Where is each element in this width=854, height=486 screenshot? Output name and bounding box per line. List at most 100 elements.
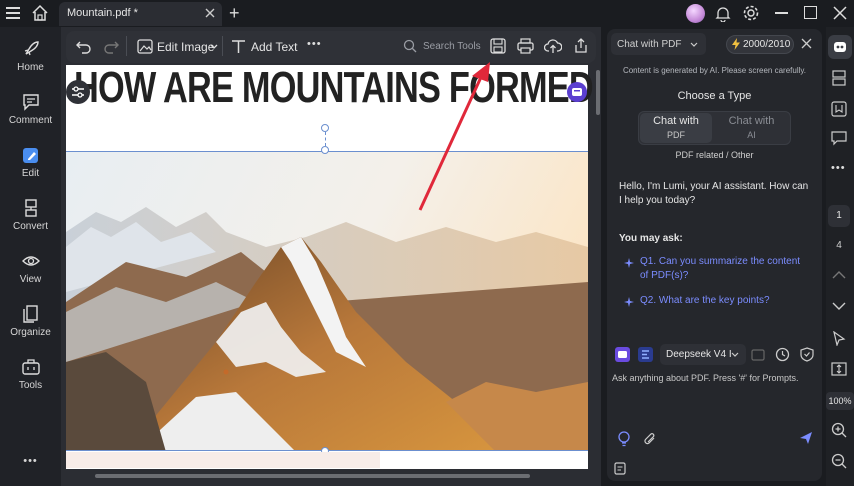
zoom-out-icon[interactable]	[831, 453, 847, 469]
search-icon	[403, 39, 417, 53]
zoom-in-icon[interactable]	[831, 422, 847, 438]
chevron-up-icon[interactable]	[832, 270, 846, 279]
redo-icon[interactable]	[102, 38, 120, 54]
search-tools-input[interactable]: Search Tools	[423, 41, 481, 52]
fit-page-icon[interactable]	[831, 362, 847, 376]
more-panels-button[interactable]: •••	[831, 162, 846, 174]
sidebar-item-label: Tools	[18, 380, 43, 391]
share-icon[interactable]	[573, 37, 589, 54]
notes-icon[interactable]	[614, 462, 626, 475]
maximize-icon[interactable]	[804, 6, 817, 19]
right-toolbar	[826, 27, 854, 486]
suggested-question-2[interactable]: Q2. What are the key points?	[640, 294, 805, 308]
select-cursor-icon[interactable]	[832, 331, 846, 346]
chat-mode-label: Chat with PDF	[617, 39, 682, 50]
paperclip-icon[interactable]	[643, 432, 657, 446]
home-icon[interactable]	[31, 4, 49, 22]
ai-greeting: Hello, I'm Lumi, your AI assistant. How …	[619, 181, 809, 206]
type-caption: PDF related / Other	[675, 150, 754, 160]
ai-assistant-toggle[interactable]	[828, 35, 852, 59]
sidebar-item-view[interactable]: View	[0, 251, 61, 285]
mountain-image[interactable]	[66, 151, 588, 451]
option-sublabel: PDF	[667, 130, 685, 140]
you-may-ask-label: You may ask:	[619, 233, 683, 244]
sparkle-icon	[624, 258, 634, 268]
avatar[interactable]	[686, 4, 705, 23]
history-clock-icon[interactable]	[775, 347, 790, 362]
eye-icon	[21, 251, 41, 271]
rotate-handle[interactable]	[321, 124, 329, 132]
ai-assistant-floating-icon[interactable]	[567, 82, 587, 102]
add-text-button[interactable]: Add Text	[251, 40, 297, 54]
lightbulb-icon[interactable]	[617, 431, 631, 447]
sidebar-item-convert[interactable]: Convert	[0, 198, 61, 232]
adjust-settings-button[interactable]	[66, 80, 90, 104]
image-icon	[137, 39, 153, 54]
option-sublabel: AI	[747, 130, 756, 140]
toolbar-divider	[222, 36, 223, 56]
sidebar-item-label: Home	[17, 62, 44, 73]
toolbar-more-button[interactable]: •••	[307, 38, 322, 50]
credits-count: 2000/2010	[743, 39, 791, 50]
sidebar-item-home[interactable]: Home	[0, 39, 61, 73]
bookmark-icon[interactable]	[831, 101, 847, 117]
edit-image-button[interactable]: Edit Image	[157, 40, 214, 54]
save-icon[interactable]	[490, 38, 506, 54]
option-label: Chat with	[728, 115, 775, 127]
print-icon[interactable]	[517, 38, 534, 54]
comment-icon	[21, 92, 41, 112]
close-panel-icon[interactable]	[801, 38, 812, 49]
chat-input[interactable]: Ask anything about PDF. Press '#' for Pr…	[612, 373, 817, 383]
current-page-input[interactable]: 1	[828, 205, 850, 227]
chat-with-pdf-option[interactable]: Chat with PDF	[640, 113, 712, 143]
left-sidebar: Home Comment Edit Convert View Organize …	[0, 27, 61, 486]
chevron-down-icon[interactable]	[731, 352, 739, 358]
send-icon[interactable]	[799, 431, 813, 445]
thumbnails-icon[interactable]	[832, 70, 846, 86]
sidebar-item-label: View	[19, 274, 42, 285]
new-tab-button[interactable]: +	[229, 3, 240, 24]
model-label: Deepseek V4 I	[666, 349, 732, 360]
cloud-upload-icon[interactable]	[544, 38, 562, 54]
sidebar-more-button[interactable]: •••	[0, 455, 61, 467]
close-window-icon[interactable]	[833, 6, 847, 20]
document-heading[interactable]: HOW ARE MOUNTAINS FORMED	[74, 63, 594, 113]
document-tab[interactable]: Mountain.pdf *	[59, 2, 222, 26]
bell-icon[interactable]	[715, 5, 731, 22]
vertical-scrollbar[interactable]	[596, 70, 600, 115]
choose-type-title: Choose a Type	[677, 90, 752, 102]
menu-icon[interactable]	[6, 6, 22, 20]
suggested-question-1[interactable]: Q1. Can you summarize the content of PDF…	[640, 255, 805, 283]
chevron-down-icon[interactable]	[210, 44, 218, 50]
rocket-icon	[21, 39, 41, 59]
page-footer-strip	[66, 452, 380, 468]
sidebar-item-edit[interactable]: Edit	[0, 145, 61, 179]
resize-handle-top[interactable]	[321, 146, 329, 154]
sidebar-item-label: Comment	[8, 115, 53, 126]
deepseek-model-icon[interactable]	[638, 347, 653, 362]
rotate-handle-line	[325, 132, 326, 146]
ai-notice: Content is generated by AI. Please scree…	[622, 66, 807, 75]
chevron-down-icon[interactable]	[832, 302, 846, 311]
text-icon	[231, 39, 246, 54]
chevron-down-icon[interactable]	[690, 42, 698, 48]
comment-panel-icon[interactable]	[831, 131, 847, 146]
close-tab-icon[interactable]	[204, 7, 216, 19]
sidebar-item-tools[interactable]: Tools	[0, 357, 61, 391]
tab-title: Mountain.pdf *	[67, 7, 138, 19]
undo-icon[interactable]	[75, 38, 93, 54]
sidebar-item-label: Organize	[10, 327, 51, 338]
settings-gear-icon[interactable]	[742, 4, 760, 22]
horizontal-scrollbar[interactable]	[95, 474, 530, 478]
chat-with-ai-option[interactable]: Chat with AI	[714, 113, 789, 143]
lightning-icon	[732, 38, 740, 50]
sidebar-item-organize[interactable]: Organize	[0, 304, 61, 338]
edit-icon	[21, 145, 41, 165]
sidebar-item-comment[interactable]: Comment	[0, 92, 61, 126]
lumi-model-icon[interactable]	[615, 347, 630, 362]
total-pages: 4	[836, 240, 842, 251]
zoom-level[interactable]: 100%	[826, 392, 854, 410]
shield-icon[interactable]	[800, 347, 814, 362]
minimize-icon[interactable]	[775, 12, 788, 14]
attachment-frame-icon[interactable]	[751, 348, 765, 361]
